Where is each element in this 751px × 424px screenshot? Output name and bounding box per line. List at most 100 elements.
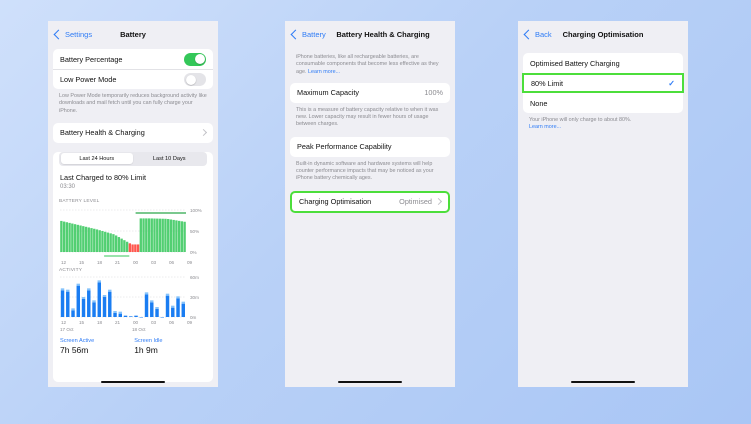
activity-idle-bar (87, 288, 91, 291)
x-tick-label: 06 (169, 320, 175, 325)
activity-idle-bar (102, 294, 107, 297)
activity-idle-bar (71, 308, 75, 311)
battery-level-bar (169, 219, 173, 252)
battery-level-bar (90, 227, 93, 252)
low-power-label: Low Power Mode (60, 75, 117, 84)
option-label: 80% Limit (531, 78, 564, 88)
battery-level-chart: 100% 50% 0% 12 15 18 21 00 03 06 09 (60, 208, 202, 265)
chevron-right-icon (434, 198, 443, 206)
y-tick-label: 50% (190, 229, 199, 234)
battery-percentage-row: Battery Percentage (53, 49, 213, 69)
activity-bar (66, 291, 70, 317)
low-power-toggle[interactable] (184, 73, 206, 86)
activity-idle-bar (144, 292, 149, 295)
battery-level-bar (65, 222, 69, 252)
battery-level-bar (128, 243, 132, 252)
battery-percentage-toggle[interactable] (184, 52, 206, 66)
date-label: 18 Oct (132, 327, 146, 332)
home-indicator[interactable] (338, 380, 402, 383)
activity-idle-bar (113, 310, 117, 313)
activity-bar (97, 282, 101, 317)
low-power-footer: Low Power Mode temporarily reduces backg… (59, 93, 207, 114)
activity-bar (118, 313, 122, 317)
peak-performance-card: Peak Performance Capability (290, 136, 450, 157)
battery-settings-card: Battery Percentage Low Power Mode (53, 49, 213, 89)
battery-level-bar (136, 244, 140, 252)
battery-level-bar (161, 218, 164, 252)
battery-level-bar (131, 244, 134, 252)
learn-more-link[interactable]: Learn more... (529, 124, 677, 131)
x-tick-label: 18 (97, 260, 103, 265)
battery-level-bar (175, 220, 178, 252)
option-label: None (530, 98, 548, 108)
activity-idle-bar (81, 296, 86, 299)
x-tick-label: 15 (79, 260, 85, 265)
option-none[interactable]: None (523, 93, 683, 113)
learn-more-link[interactable]: Learn more... (308, 69, 340, 75)
battery-level-bar (139, 218, 142, 252)
battery-level-bar (79, 225, 82, 252)
activity-idle-bar (92, 300, 96, 303)
activity-bar (60, 290, 65, 317)
battery-level-bar (156, 218, 159, 252)
battery-level-bar (183, 221, 186, 252)
battery-percentage-label: Battery Percentage (60, 54, 123, 64)
activity-idle-bar (150, 300, 154, 303)
charging-optimisation-card: Charging Optimisation Optimised (290, 190, 450, 213)
battery-level-bar (153, 218, 156, 252)
nav-bar: Settings Battery (48, 21, 218, 47)
screen-idle-label: Screen Idle (134, 337, 163, 344)
peak-performance-label: Peak Performance Capability (297, 142, 392, 152)
option-label: Optimised Battery Charging (530, 58, 620, 68)
battery-level-bar (134, 244, 137, 252)
x-tick-label: 12 (61, 320, 67, 325)
peak-performance-row: Peak Performance Capability (290, 137, 450, 157)
last-charged-title: Last Charged to 80% Limit (60, 172, 146, 182)
charging-optimisation-row[interactable]: Charging Optimisation Optimised (292, 193, 448, 211)
charging-optimisation-screen: Back Charging Optimisation Optimised Bat… (518, 21, 688, 387)
activity-bar (134, 315, 138, 317)
max-capacity-value: 100% (424, 88, 443, 98)
battery-health-row[interactable]: Battery Health & Charging (53, 123, 213, 143)
battery-level-bar (76, 224, 79, 252)
activity-idle-bar (60, 288, 65, 291)
segment-last-24-hours[interactable]: Last 24 Hours (60, 153, 133, 165)
y-tick-label: 100% (190, 208, 202, 213)
x-tick-label: 09 (187, 260, 193, 265)
home-indicator[interactable] (101, 380, 165, 383)
activity-bar (176, 298, 180, 317)
activity-bar (171, 307, 175, 317)
option-optimised-battery-charging[interactable]: Optimised Battery Charging (523, 53, 683, 73)
nav-bar: Battery Battery Health & Charging (285, 21, 455, 47)
battery-level-bar (101, 230, 104, 252)
battery-level-bar (98, 230, 101, 252)
charging-optimisation-label: Charging Optimisation (299, 197, 372, 207)
battery-health-label: Battery Health & Charging (60, 128, 145, 138)
activity-idle-bar (165, 293, 170, 296)
segment-last-10-days[interactable]: Last 10 Days (133, 153, 206, 164)
screen-idle-value: 1h 9m (134, 344, 158, 355)
charging-optimisation-value-text: Optimised (399, 197, 432, 207)
battery-level-bar (82, 226, 85, 252)
activity-idle-bar (76, 283, 80, 286)
option-80-percent-limit[interactable]: 80% Limit ✓ (522, 73, 684, 93)
activity-bar (165, 295, 170, 317)
y-tick-label: 30m (190, 295, 199, 300)
home-indicator[interactable] (571, 380, 635, 383)
activity-idle-bar (97, 280, 101, 283)
x-tick-label: 00 (133, 320, 139, 325)
battery-level-bar (142, 218, 145, 252)
health-card: Battery Health & Charging (53, 122, 213, 143)
activity-bar (81, 298, 86, 317)
battery-screen: Settings Battery Battery Percentage Low … (48, 21, 218, 387)
battery-level-bar (164, 218, 167, 252)
y-tick-label: 0% (190, 250, 197, 255)
activity-idle-bar (118, 311, 122, 314)
x-tick-label: 15 (79, 320, 85, 325)
battery-level-bar (145, 218, 148, 252)
nav-bar: Back Charging Optimisation (518, 21, 688, 47)
charging-footer-text: Your iPhone will only charge to about 80… (529, 117, 632, 123)
activity-bar (71, 310, 75, 317)
screen-active-label: Screen Active (60, 337, 95, 344)
activity-idle-bar (108, 289, 112, 292)
